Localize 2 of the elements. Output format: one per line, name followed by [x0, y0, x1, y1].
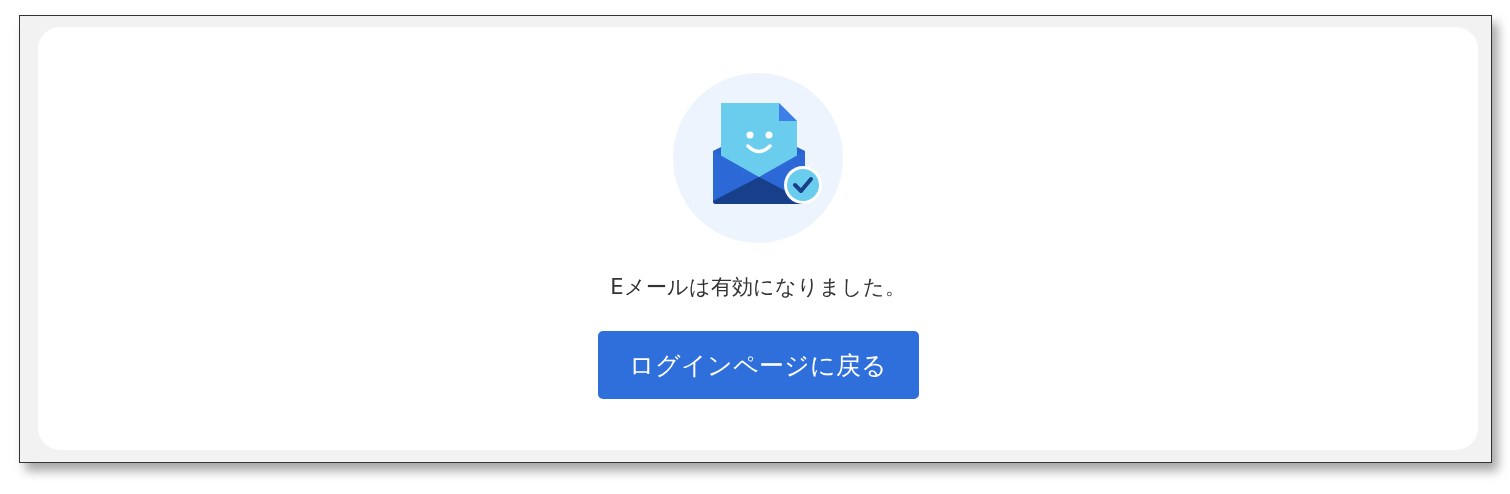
success-message: Eメールは有効になりました。 [610, 274, 906, 301]
back-to-login-button[interactable]: ログインページに戻る [597, 331, 919, 399]
